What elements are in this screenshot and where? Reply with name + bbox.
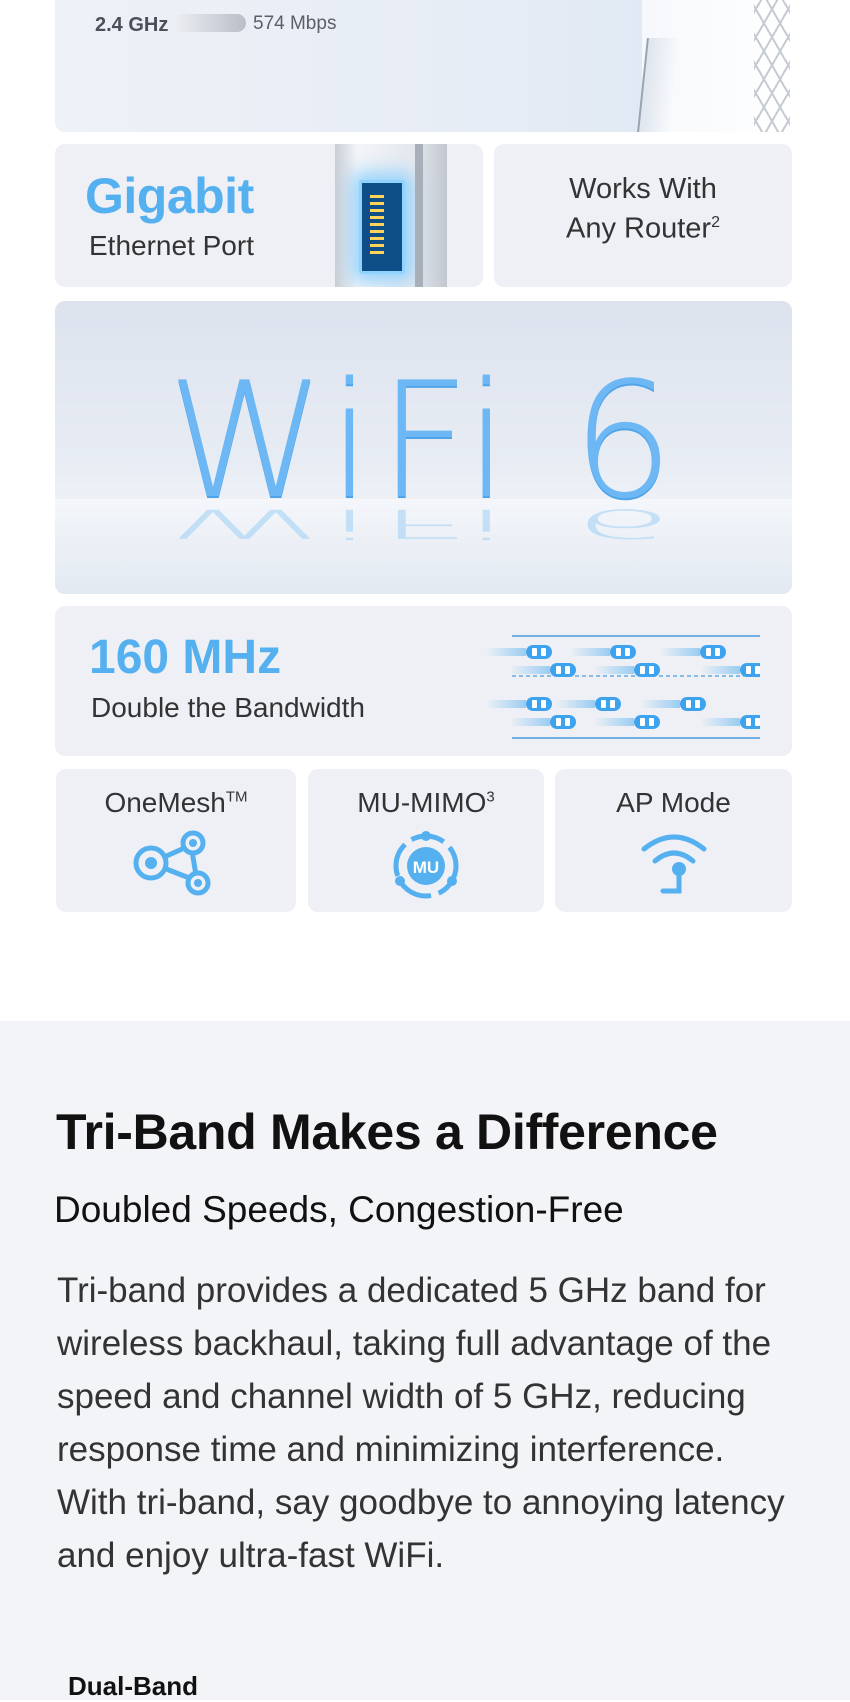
router-text: Works With Any Router2 (566, 173, 720, 245)
feature-label: AP Mode (616, 787, 731, 818)
wifi6-card: WiFi 6 WiFi 6 (55, 301, 792, 594)
feature-ap-mode: AP Mode (555, 769, 792, 912)
access-point-icon (641, 834, 706, 894)
feature-label: MU-MIMO3 (357, 787, 495, 818)
gigabit-title: Gigabit (85, 168, 254, 224)
feature-onemesh: OneMeshTM (56, 769, 296, 912)
bandwidth-subtitle: Double the Bandwidth (91, 692, 365, 723)
gigabit-card: Gigabit Ethernet Port (55, 144, 483, 287)
bandwidth-title: 160 MHz (89, 631, 282, 684)
band-label: 2.4 GHz (95, 14, 169, 36)
feature-mu-mimo: MU-MIMO3 MU (308, 769, 544, 912)
mu-mimo-icon: MU (393, 831, 459, 899)
comparison-label: Dual-Band (68, 1671, 198, 1701)
router-card: Works With Any Router2 (494, 144, 792, 287)
device-vent-pattern (754, 0, 790, 132)
traffic-lanes-icon (486, 635, 760, 739)
section-title: Tri-Band Makes a Difference (56, 1104, 718, 1160)
section-body: Tri-band provides a dedicated 5 GHz band… (57, 1271, 785, 1575)
wifi6-logo-reflection: WiFi 6 (167, 500, 680, 547)
footnote-marker: 2 (711, 214, 720, 231)
band-speed: 574 Mbps (253, 13, 337, 34)
tri-band-section: Tri-Band Makes a Difference Doubled Spee… (0, 1021, 850, 1701)
gigabit-subtitle: Ethernet Port (89, 230, 254, 261)
mesh-network-icon (133, 830, 211, 896)
speed-bar (172, 14, 246, 32)
section-subtitle: Doubled Speeds, Congestion-Free (54, 1189, 624, 1230)
ethernet-port-image (335, 144, 447, 287)
feature-label: OneMeshTM (104, 787, 248, 818)
mu-mimo-icon-text: MU (413, 858, 439, 877)
bandwidth-card: 160 MHz Double the Bandwidth (55, 606, 792, 756)
